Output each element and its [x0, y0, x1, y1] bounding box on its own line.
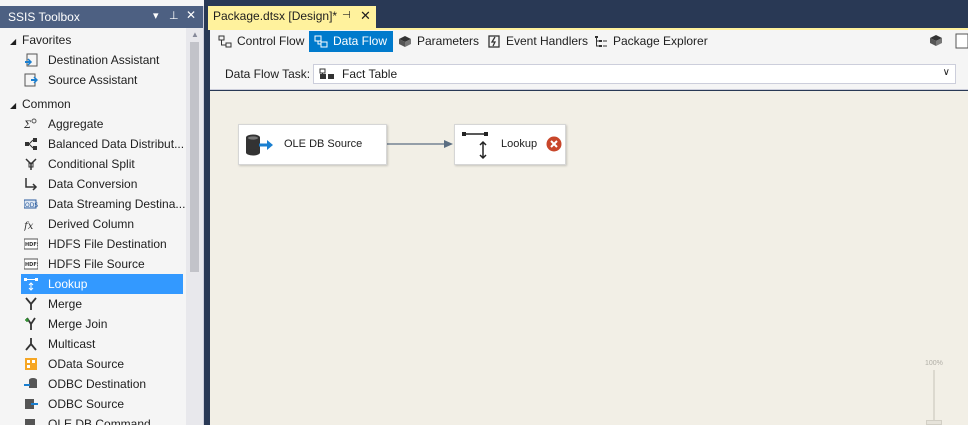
- tool-hdfs-file-source[interactable]: HDFS HDFS File Source: [21, 254, 183, 274]
- tab-pin-icon[interactable]: ⊣: [342, 10, 351, 21]
- tool-ole-db-command[interactable]: OLE DB Command: [21, 414, 183, 425]
- tool-conditional-split[interactable]: Conditional Split: [21, 154, 183, 174]
- tool-merge-join[interactable]: Merge Join: [21, 314, 183, 334]
- tool-odbc-destination[interactable]: ODBC Destination: [21, 374, 183, 394]
- document-tab[interactable]: Package.dtsx [Design]* ⊣ ✕: [208, 6, 376, 28]
- tab-close-icon[interactable]: ✕: [360, 8, 371, 24]
- tab-parameters[interactable]: Parameters: [393, 31, 485, 52]
- toolbar-variables-icon[interactable]: [955, 33, 968, 49]
- component-label: OLE DB Source: [284, 138, 363, 150]
- merge-join-icon: [25, 317, 36, 330]
- tool-destination-assistant[interactable]: Destination Assistant: [21, 50, 183, 70]
- group-favorites[interactable]: ◢ Favorites: [0, 30, 186, 50]
- data-flow-design-surface[interactable]: OLE DB Source Lookup: [210, 91, 968, 425]
- derived-column-icon: fx: [24, 221, 34, 231]
- document-tab-title: Package.dtsx [Design]*: [213, 9, 338, 23]
- tool-hdfs-file-destination[interactable]: HDFS HDFS File Destination: [21, 234, 183, 254]
- data-conversion-icon: [25, 178, 38, 191]
- ole-db-source-icon: [246, 134, 273, 156]
- odata-source-icon: [25, 358, 37, 370]
- error-icon[interactable]: [546, 136, 562, 152]
- scroll-up-icon[interactable]: ▲: [191, 30, 199, 39]
- zoom-slider-track[interactable]: [933, 370, 935, 425]
- tool-merge[interactable]: Merge: [21, 294, 183, 314]
- tool-odata-source[interactable]: OData Source: [21, 354, 183, 374]
- hdfs-source-icon: HDFS: [24, 258, 38, 270]
- zoom-control[interactable]: 100%: [925, 360, 943, 425]
- balanced-distributor-icon: [25, 138, 37, 150]
- parameters-icon: [399, 36, 411, 47]
- component-ole-db-source[interactable]: OLE DB Source: [238, 124, 387, 165]
- destination-assistant-icon: [25, 53, 38, 67]
- ole-db-command-icon: [25, 419, 35, 425]
- tool-source-assistant[interactable]: Source Assistant: [21, 70, 183, 90]
- dropdown-icon[interactable]: ▾: [153, 9, 159, 22]
- tool-lookup[interactable]: Lookup: [21, 274, 183, 294]
- tool-multicast[interactable]: Multicast: [21, 334, 183, 354]
- data-streaming-icon: ODS: [24, 199, 38, 209]
- odbc-source-icon: [25, 399, 38, 409]
- zoom-slider-thumb[interactable]: [926, 420, 942, 425]
- data-flow-task-icon: [319, 68, 334, 79]
- tool-aggregate[interactable]: Σ Aggregate: [21, 114, 183, 134]
- lookup-icon: [24, 278, 38, 291]
- pin-icon[interactable]: ⊥: [169, 9, 179, 22]
- tool-odbc-source[interactable]: ODBC Source: [21, 394, 183, 414]
- svg-text:ODS: ODS: [25, 202, 38, 209]
- collapse-triangle-icon: ◢: [10, 101, 17, 110]
- multicast-icon: [25, 338, 37, 351]
- svg-text:HDFS: HDFS: [25, 262, 38, 268]
- scrollbar-thumb[interactable]: [190, 42, 199, 272]
- hdfs-destination-icon: HDFS: [24, 238, 38, 250]
- tab-data-flow[interactable]: Data Flow: [309, 31, 394, 52]
- component-lookup[interactable]: Lookup: [454, 124, 566, 165]
- tab-event-handlers[interactable]: Event Handlers: [482, 31, 594, 52]
- data-flow-task-label: Data Flow Task:: [225, 67, 311, 81]
- toolbox-title-bar: SSIS Toolbox ▾ ⊥ ✕: [0, 6, 203, 28]
- tab-package-explorer[interactable]: Package Explorer: [589, 31, 714, 52]
- toolbox-scrollbar[interactable]: ▲: [186, 28, 203, 425]
- source-assistant-icon: [24, 73, 38, 87]
- toolbox-list: ◢ Favorites Destination Assistant Source …: [0, 28, 186, 425]
- tab-control-flow[interactable]: Control Flow: [213, 31, 310, 52]
- toolbar-cube-icon[interactable]: [929, 34, 943, 47]
- tool-data-conversion[interactable]: Data Conversion: [21, 174, 183, 194]
- event-handlers-icon: [488, 35, 500, 48]
- package-explorer-icon: [595, 36, 607, 47]
- data-flow-icon: [314, 35, 328, 48]
- ssis-toolbox: SSIS Toolbox ▾ ⊥ ✕ ◢ Favorites Destinatio…: [0, 0, 204, 425]
- chevron-down-icon: ∨: [942, 67, 950, 78]
- svg-text:HDFS: HDFS: [25, 242, 38, 248]
- lookup-component-icon: [462, 132, 488, 160]
- control-flow-icon: [218, 35, 232, 48]
- toolbox-title: SSIS Toolbox: [8, 10, 80, 24]
- close-icon[interactable]: ✕: [186, 8, 196, 22]
- merge-icon: [25, 297, 37, 310]
- data-flow-task-dropdown[interactable]: Fact Table ∨: [313, 64, 956, 84]
- tool-data-streaming-destination[interactable]: ODS Data Streaming Destina...: [21, 194, 185, 214]
- data-flow-path-connector[interactable]: [387, 137, 457, 151]
- aggregate-icon: Σ: [24, 118, 37, 131]
- conditional-split-icon: [25, 158, 37, 170]
- tool-balanced-data-distributor[interactable]: Balanced Data Distribut...: [21, 134, 184, 154]
- tool-derived-column[interactable]: fx Derived Column: [21, 214, 183, 234]
- data-flow-task-row: Data Flow Task: Fact Table ∨: [210, 54, 968, 90]
- component-label: Lookup: [501, 138, 538, 150]
- zoom-level-label: 100%: [925, 360, 943, 367]
- designer-tab-bar: Control Flow Data Flow Parameters Event …: [210, 30, 968, 54]
- svg-text:fx: fx: [24, 221, 34, 231]
- odbc-destination-icon: [24, 378, 37, 388]
- data-flow-task-value: Fact Table: [342, 67, 398, 81]
- collapse-triangle-icon: ◢: [10, 37, 17, 46]
- group-common[interactable]: ◢ Common: [0, 94, 186, 114]
- svg-text:Σ: Σ: [24, 120, 32, 131]
- toolbox-divider: [203, 6, 204, 425]
